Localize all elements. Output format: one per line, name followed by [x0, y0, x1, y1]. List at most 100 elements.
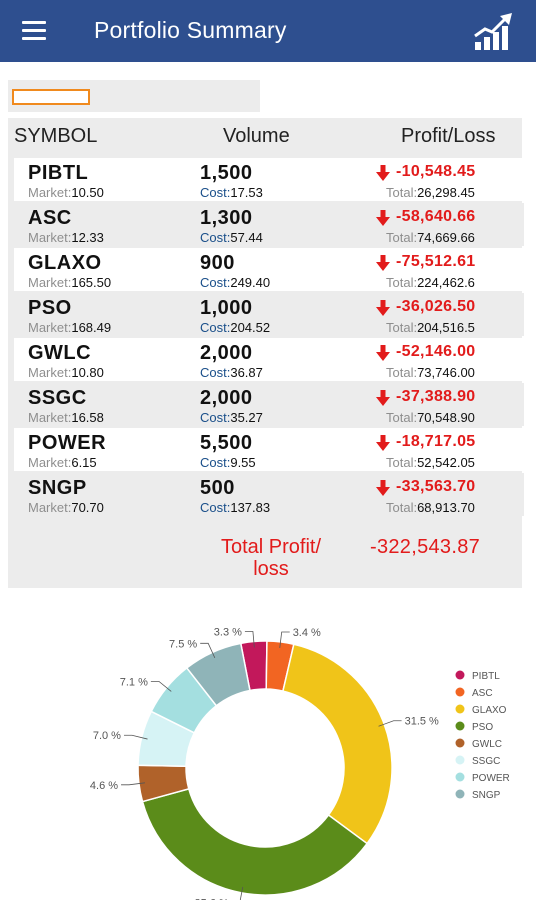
donut-slice-glaxo[interactable] [282, 643, 393, 845]
market-value: 168.49 [71, 320, 112, 335]
row-profit-loss: -10,548.45 [396, 163, 476, 180]
table-row[interactable]: GWLC Market:10.80 2,000 Cost:36.87 -52,146.0… [14, 338, 524, 381]
cost-label: Cost: [200, 500, 231, 515]
total-label: Total: [386, 455, 418, 470]
legend-label-pso[interactable]: PSO [472, 722, 493, 733]
cost-value: 57.44 [230, 230, 263, 245]
down-arrow-icon [376, 210, 390, 226]
legend-label-gwlc[interactable]: GWLC [472, 739, 502, 750]
filter-bar [8, 80, 260, 112]
row-total: Total:224,462.6 [386, 275, 516, 290]
market-label: Market: [28, 185, 72, 200]
row-volume: 1,300 [200, 207, 253, 229]
cost-value: 17.53 [230, 185, 263, 200]
row-cost: Cost:204.52 [200, 320, 270, 335]
cost-value: 204.52 [230, 320, 271, 335]
total-label: Total: [386, 365, 418, 380]
row-market-price: Market:10.80 [28, 365, 104, 380]
symbol-filter-input[interactable] [12, 89, 90, 105]
row-volume: 2,000 [200, 387, 253, 409]
legend-swatch-power [455, 772, 465, 782]
row-profit-loss: -37,388.90 [396, 388, 476, 405]
down-arrow-icon [376, 390, 390, 406]
total-label: Total: [386, 185, 418, 200]
market-label: Market: [28, 410, 72, 425]
down-arrow-icon [376, 165, 390, 181]
down-arrow-icon [376, 300, 390, 316]
total-profit-loss-value: -322,543.87 [370, 536, 481, 558]
down-arrow-icon [376, 480, 390, 496]
cost-label: Cost: [200, 320, 231, 335]
row-market-price: Market:10.50 [28, 185, 104, 200]
market-label: Market: [28, 500, 72, 515]
legend-label-pibtl[interactable]: PIBTL [472, 671, 500, 682]
row-market-price: Market:70.70 [28, 500, 104, 515]
row-symbol: SNGP [28, 477, 87, 499]
total-label: Total: [386, 275, 418, 290]
total-value: 204,516.5 [417, 320, 475, 335]
hamburger-menu-icon[interactable] [22, 21, 50, 41]
cost-value: 9.55 [230, 455, 256, 470]
total-label: Total: [386, 320, 418, 335]
market-value: 6.15 [71, 455, 97, 470]
app-bar: Portfolio Summary [0, 0, 536, 62]
legend-swatch-gwlc [455, 738, 465, 748]
total-value: 68,913.70 [417, 500, 475, 515]
cost-label: Cost: [200, 455, 231, 470]
cost-value: 249.40 [230, 275, 271, 290]
legend-label-sngp[interactable]: SNGP [472, 790, 501, 801]
table-row[interactable]: ASC Market:12.33 1,300 Cost:57.44 -58,640.66… [14, 203, 524, 246]
row-profit-loss: -33,563.70 [396, 478, 476, 495]
cost-label: Cost: [200, 230, 231, 245]
legend-label-asc[interactable]: ASC [472, 688, 493, 699]
row-cost: Cost:17.53 [200, 185, 263, 200]
slice-percent-label: 3.3 % [214, 627, 242, 639]
table-row[interactable]: PSO Market:168.49 1,000 Cost:204.52 -36,026.… [14, 293, 524, 336]
legend-swatch-pso [455, 721, 465, 731]
table-row[interactable]: SSGC Market:16.58 2,000 Cost:35.27 -37,388.9… [14, 383, 524, 426]
total-label: Total: [386, 500, 418, 515]
market-value: 165.50 [71, 275, 112, 290]
total-label: Total: [386, 230, 418, 245]
market-label: Market: [28, 365, 72, 380]
table-row[interactable]: POWER Market:6.15 5,500 Cost:9.55 -18,717.05… [14, 428, 524, 471]
row-volume: 500 [200, 477, 235, 499]
slice-percent-label: 4.6 % [90, 780, 118, 792]
legend-swatch-sngp [455, 789, 465, 799]
table-header: SYMBOL Volume Profit/Loss [8, 118, 522, 154]
row-total: Total:204,516.5 [386, 320, 516, 335]
market-value: 10.80 [71, 365, 104, 380]
table-row[interactable]: PIBTL Market:10.50 1,500 Cost:17.53 -10,548.… [14, 158, 524, 201]
row-symbol: PSO [28, 297, 72, 319]
legend-label-ssgc[interactable]: SSGC [472, 756, 500, 767]
column-header-profit-loss: Profit/Loss [401, 125, 496, 147]
trending-up-chart-icon[interactable] [472, 12, 516, 52]
row-total: Total:26,298.45 [386, 185, 516, 200]
total-value: 74,669.66 [417, 230, 475, 245]
down-arrow-icon [376, 435, 390, 451]
cost-label: Cost: [200, 365, 231, 380]
table-row[interactable]: SNGP Market:70.70 500 Cost:137.83 -33,563.70… [14, 473, 524, 516]
table-row[interactable]: GLAXO Market:165.50 900 Cost:249.40 -75,512.… [14, 248, 524, 291]
row-symbol: SSGC [28, 387, 87, 409]
row-volume: 2,000 [200, 342, 253, 364]
cost-label: Cost: [200, 275, 231, 290]
total-label: Total: [386, 410, 418, 425]
slice-percent-label: 3.4 % [293, 627, 321, 639]
page-title: Portfolio Summary [94, 17, 287, 43]
total-value: 73,746.00 [417, 365, 475, 380]
row-total: Total:74,669.66 [386, 230, 516, 245]
row-total: Total:52,542.05 [386, 455, 516, 470]
row-volume: 1,500 [200, 162, 253, 184]
row-cost: Cost:36.87 [200, 365, 263, 380]
column-header-symbol: SYMBOL [14, 125, 98, 147]
donut-slice-pso[interactable] [141, 787, 369, 896]
market-label: Market: [28, 275, 72, 290]
legend-label-power[interactable]: POWER [472, 773, 510, 784]
legend-label-glaxo[interactable]: GLAXO [472, 705, 507, 716]
down-arrow-icon [376, 345, 390, 361]
cost-value: 137.83 [230, 500, 271, 515]
cost-label: Cost: [200, 410, 231, 425]
legend-swatch-pibtl [455, 670, 465, 680]
row-symbol: GLAXO [28, 252, 102, 274]
